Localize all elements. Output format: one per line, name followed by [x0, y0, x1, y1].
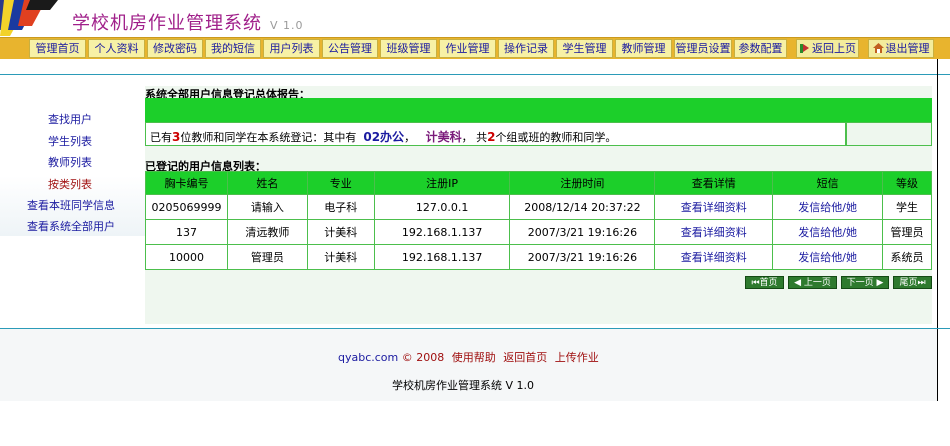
- footer-help-link[interactable]: 使用帮助: [452, 351, 496, 364]
- first-page-icon: ⏮: [751, 278, 760, 288]
- view-details-link[interactable]: 查看详细资料: [654, 194, 774, 220]
- cell-badge-id: 10000: [145, 244, 228, 270]
- prev-page-label: 上一页: [803, 278, 831, 288]
- column-header: 胸卡编号: [145, 171, 228, 195]
- sidebar-item-all-users[interactable]: 查看系统全部用户: [27, 218, 115, 234]
- nav-homework-admin[interactable]: 作业管理: [439, 39, 496, 58]
- prev-page-button[interactable]: ◀ 上一页: [788, 276, 837, 289]
- nav-class-admin[interactable]: 班级管理: [380, 39, 437, 58]
- column-header: 专业: [306, 171, 375, 195]
- nav-change-password[interactable]: 修改密码: [147, 39, 203, 58]
- header-divider: [0, 74, 950, 75]
- table-header-row: 胸卡编号 姓名 专业 注册IP 注册时间 查看详情 短信 等级: [145, 171, 932, 195]
- nav-admin-home[interactable]: 管理首页: [29, 39, 86, 58]
- send-message-link[interactable]: 发信给他/她: [772, 194, 883, 220]
- report-header-bar: [145, 98, 932, 122]
- app-title: 学校机房作业管理系统 V 1.0: [72, 9, 304, 35]
- back-label: 返回上页: [812, 42, 856, 55]
- cell-name: 清远教师: [226, 219, 308, 245]
- nav-parameters[interactable]: 参数配置: [734, 39, 787, 58]
- user-table: 胸卡编号 姓名 专业 注册IP 注册时间 查看详情 短信 等级 02050699…: [145, 171, 932, 270]
- view-details-link[interactable]: 查看详细资料: [654, 219, 774, 245]
- next-page-label: 下一页: [846, 278, 874, 288]
- sidebar-item-student-list[interactable]: 学生列表: [48, 133, 92, 149]
- logout-button[interactable]: 退出管理: [868, 39, 934, 58]
- logout-label: 退出管理: [885, 42, 930, 55]
- cell-name: 管理员: [226, 244, 308, 270]
- summary-class-1: 02办公: [363, 130, 405, 144]
- report-summary: 已有3位教师和同学在本系统登记：其中有 02办公， 计美科， 共2个组或班的教师…: [145, 122, 846, 146]
- footer-site-link[interactable]: qyabc.com: [338, 351, 398, 364]
- back-button[interactable]: 返回上页: [796, 39, 859, 58]
- next-page-button[interactable]: 下一页 ▶: [841, 276, 889, 289]
- cell-ip: 127.0.0.1: [373, 194, 511, 220]
- column-header: 短信: [772, 171, 883, 195]
- sidebar-item-classmates[interactable]: 查看本班同学信息: [27, 197, 115, 213]
- home-icon: [872, 43, 884, 53]
- column-header: 姓名: [226, 171, 308, 195]
- last-page-button[interactable]: 尾页⏭: [893, 276, 932, 289]
- column-header: 查看详情: [654, 171, 774, 195]
- summary-mid: 位教师和同学在本系统登记：其中有: [180, 131, 357, 144]
- summary-class-2: 计美科: [425, 130, 462, 144]
- cell-major: 计美科: [306, 219, 375, 245]
- table-row: 137 清远教师 计美科 192.168.1.137 2007/3/21 19:…: [145, 219, 932, 245]
- report-summary-side: [846, 122, 932, 146]
- column-header: 注册IP: [373, 171, 511, 195]
- cell-ip: 192.168.1.137: [373, 219, 511, 245]
- summary-suffix-pre: ， 共: [461, 131, 488, 144]
- first-page-button[interactable]: ⏮首页: [745, 276, 784, 289]
- summary-prefix: 已有: [150, 131, 172, 144]
- nav-operation-log[interactable]: 操作记录: [498, 39, 554, 58]
- first-page-label: 首页: [759, 278, 778, 288]
- table-row: 0205069999 请输入 电子科 127.0.0.1 2008/12/14 …: [145, 194, 932, 220]
- nav-announcements[interactable]: 公告管理: [322, 39, 378, 58]
- footer-links: qyabc.com © 2008 使用帮助 返回首页 上传作业: [338, 349, 599, 365]
- footer-home-link[interactable]: 返回首页: [503, 351, 547, 364]
- sidebar-item-find-user[interactable]: 查找用户: [48, 111, 92, 127]
- cell-reg-time: 2007/3/21 19:16:26: [509, 244, 656, 270]
- next-page-icon: ▶: [876, 278, 884, 288]
- cell-ip: 192.168.1.137: [373, 244, 511, 270]
- last-page-label: 尾页: [899, 278, 918, 288]
- header: 学校机房作业管理系统 V 1.0: [0, 0, 950, 37]
- cell-major: 电子科: [306, 194, 375, 220]
- footer-system-name: 学校机房作业管理系统 V 1.0: [392, 379, 535, 392]
- cell-level: 学生: [882, 194, 932, 220]
- cell-major: 计美科: [306, 244, 375, 270]
- view-details-link[interactable]: 查看详细资料: [654, 244, 774, 270]
- column-header: 注册时间: [509, 171, 656, 195]
- pencil-logo-icon: [0, 0, 58, 36]
- cell-level: 系统员: [882, 244, 932, 270]
- right-border: [937, 59, 938, 401]
- send-message-link[interactable]: 发信给他/她: [772, 244, 883, 270]
- report-summary-text: 已有3位教师和同学在本系统登记：其中有 02办公， 计美科， 共2个组或班的教师…: [150, 130, 617, 144]
- sidebar-item-teacher-list[interactable]: 教师列表: [48, 154, 92, 170]
- top-nav: 管理首页 个人资料 修改密码 我的短信 用户列表 公告管理 班级管理 作业管理 …: [0, 37, 950, 59]
- summary-suffix: 个组或班的教师和同学。: [495, 131, 617, 144]
- table-row: 10000 管理员 计美科 192.168.1.137 2007/3/21 19…: [145, 244, 932, 270]
- nav-admin-settings[interactable]: 管理员设置: [674, 39, 732, 58]
- app-version: V 1.0: [270, 19, 304, 32]
- prev-page-icon: ◀: [794, 278, 802, 288]
- cell-level: 管理员: [882, 219, 932, 245]
- nav-user-list[interactable]: 用户列表: [263, 39, 320, 58]
- footer-upload-link[interactable]: 上传作业: [555, 351, 599, 364]
- cell-reg-time: 2007/3/21 19:16:26: [509, 219, 656, 245]
- column-header: 等级: [882, 171, 932, 195]
- sidebar-item-list-by-type[interactable]: 按类列表: [48, 176, 92, 192]
- last-page-icon: ⏭: [917, 278, 926, 288]
- cell-name: 请输入: [226, 194, 308, 220]
- nav-profile[interactable]: 个人资料: [88, 39, 145, 58]
- nav-my-messages[interactable]: 我的短信: [205, 39, 261, 58]
- cell-badge-id: 0205069999: [145, 194, 228, 220]
- nav-teacher-admin[interactable]: 教师管理: [615, 39, 672, 58]
- cell-badge-id: 137: [145, 219, 228, 245]
- back-icon: [800, 44, 809, 53]
- footer-copyright: © 2008: [401, 351, 445, 364]
- app-title-text: 学校机房作业管理系统: [72, 13, 262, 34]
- send-message-link[interactable]: 发信给他/她: [772, 219, 883, 245]
- nav-student-admin[interactable]: 学生管理: [556, 39, 613, 58]
- cell-reg-time: 2008/12/14 20:37:22: [509, 194, 656, 220]
